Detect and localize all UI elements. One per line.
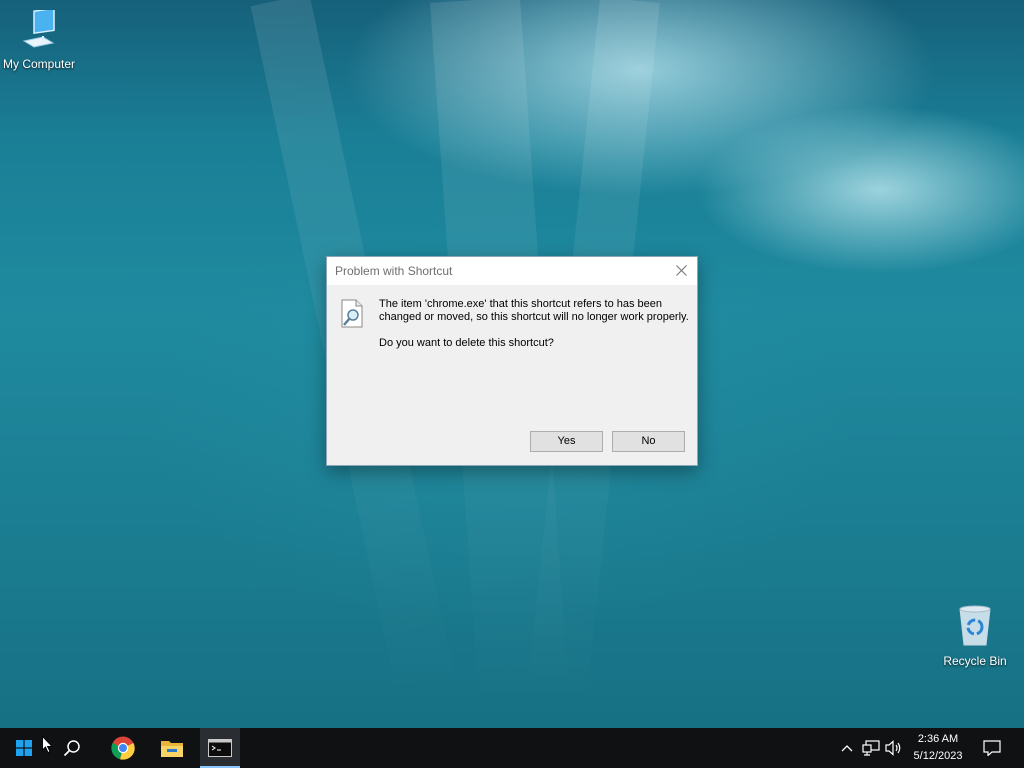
volume-button[interactable] [884, 728, 904, 768]
clock-time[interactable]: 2:36 AM [903, 733, 973, 745]
action-center-button[interactable] [978, 728, 1006, 768]
search-button[interactable] [56, 728, 88, 768]
clock-date[interactable]: 5/12/2023 [903, 750, 973, 762]
desktop-icon-label: Recycle Bin [943, 654, 1007, 668]
desktop-icon-recycle-bin[interactable]: Recycle Bin [933, 603, 1017, 668]
dialog-question: Do you want to delete this shortcut? [379, 337, 554, 349]
terminal-icon [208, 739, 232, 757]
chrome-icon [111, 736, 135, 760]
search-icon [63, 740, 80, 757]
start-icon [16, 740, 32, 756]
start-button[interactable] [8, 728, 40, 768]
show-hidden-icons-button[interactable] [838, 728, 856, 768]
taskbar-terminal[interactable] [200, 728, 240, 768]
dialog-title: Problem with Shortcut [335, 264, 453, 278]
no-button[interactable]: No [612, 431, 685, 452]
file-explorer-icon [161, 741, 183, 757]
taskbar-chrome[interactable] [103, 728, 143, 768]
mouse-cursor [40, 734, 54, 754]
desktop-icon-my-computer[interactable]: My Computer [0, 7, 81, 71]
computer-icon [21, 7, 57, 53]
cursor-icon [41, 735, 53, 753]
dialog-message: The item 'chrome.exe' that this shortcut… [379, 298, 689, 323]
taskbar: 2:36 AM 5/12/2023 [0, 728, 1024, 768]
chevron-up-icon [841, 745, 853, 752]
close-button[interactable] [671, 261, 691, 281]
notification-icon [983, 740, 1001, 756]
taskbar-file-explorer[interactable] [152, 728, 192, 768]
network-button[interactable] [860, 728, 882, 768]
problem-with-shortcut-dialog: Problem with Shortcut The item 'chrome.e… [326, 256, 698, 466]
volume-icon [885, 740, 901, 756]
desktop-icon-label: My Computer [2, 57, 76, 71]
network-icon [862, 740, 880, 756]
dialog-titlebar[interactable]: Problem with Shortcut [327, 257, 697, 285]
search-document-icon [339, 299, 365, 329]
close-icon [675, 265, 687, 276]
yes-button[interactable]: Yes [530, 431, 603, 452]
recycle-bin-icon [955, 605, 995, 650]
